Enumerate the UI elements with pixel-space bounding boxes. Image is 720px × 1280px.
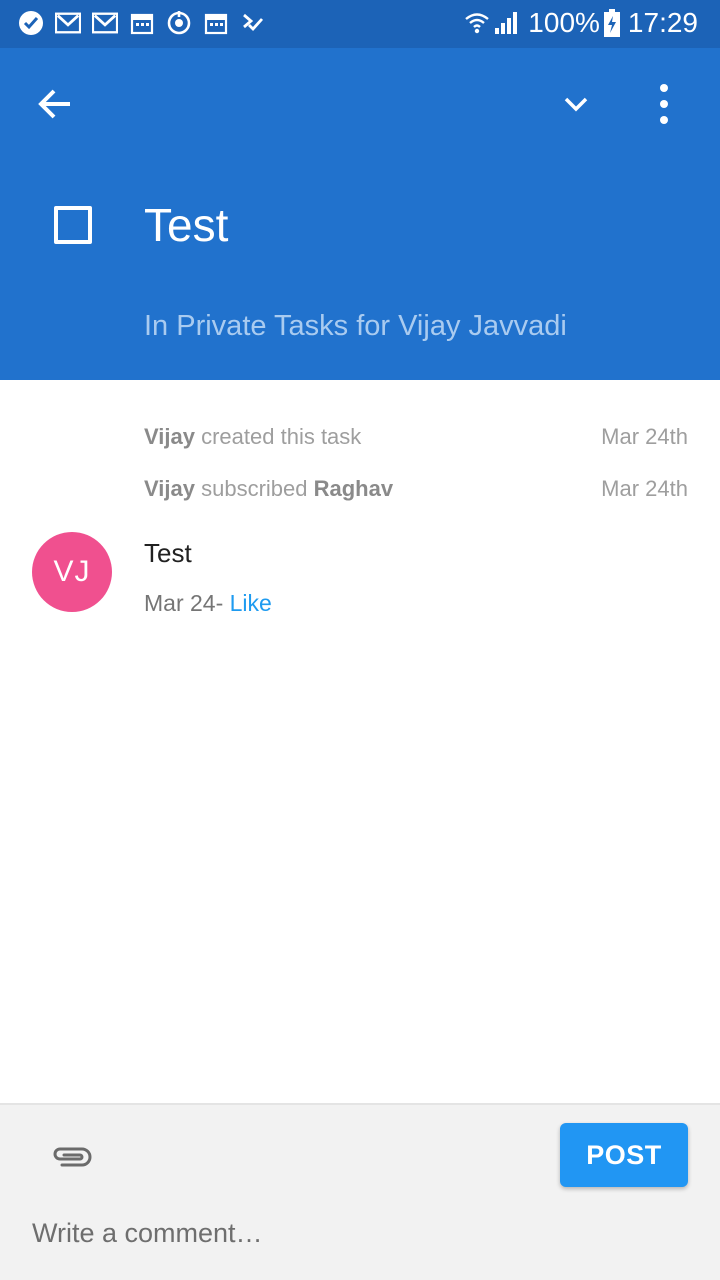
expand-button[interactable] [552,80,600,128]
activity-item: Vijay created this task Mar 24th [144,424,688,450]
task-title[interactable]: Test [144,198,228,252]
arrow-back-icon [38,89,70,119]
chevron-down-icon [564,97,588,112]
wifi-icon [464,10,490,36]
comment-date: Mar 24- [144,590,224,616]
notification-icons [18,10,277,36]
activity-actor: Vijay [144,424,195,449]
post-button[interactable]: POST [560,1123,688,1187]
activity-date: Mar 24th [601,424,688,449]
paperclip-icon [53,1147,92,1167]
activity-date: Mar 24th [601,476,688,501]
avatar[interactable]: VJ [32,532,112,612]
system-status: 100% 17:29 [464,7,698,39]
status-bar: 100% 17:29 [0,0,720,48]
attach-button[interactable] [48,1139,96,1175]
comment-input[interactable] [32,1213,682,1253]
comment-composer: POST [0,1103,720,1280]
check-circle-icon [18,10,44,36]
clock: 17:29 [627,7,698,38]
task-check-icon [240,10,266,36]
activity-target: Raghav [313,476,394,501]
activity-action: subscribed [201,476,308,501]
activity-action: created this task [201,424,362,449]
signal-icon [494,11,520,35]
comment-text: Test [144,538,192,568]
battery-charging-icon [603,9,620,37]
gmail-icon [92,10,118,36]
back-button[interactable] [30,78,82,130]
calendar-icon [129,10,155,36]
activity-actor: Vijay [144,476,195,501]
task-complete-checkbox[interactable] [54,206,92,244]
like-link[interactable]: Like [230,590,272,616]
task-project-link[interactable]: In Private Tasks for Vijay Javvadi [144,310,567,343]
calendar-icon [203,10,229,36]
more-vert-icon [660,84,668,124]
sync-icon [166,10,192,36]
task-header: Test In Private Tasks for Vijay Javvadi [0,48,720,380]
comment-meta: Mar 24- Like [144,590,272,617]
more-options-button[interactable] [640,76,688,132]
battery-percent: 100% [528,7,600,38]
activity-item: Vijay subscribed Raghav Mar 24th [144,476,688,502]
gmail-icon [55,10,81,36]
